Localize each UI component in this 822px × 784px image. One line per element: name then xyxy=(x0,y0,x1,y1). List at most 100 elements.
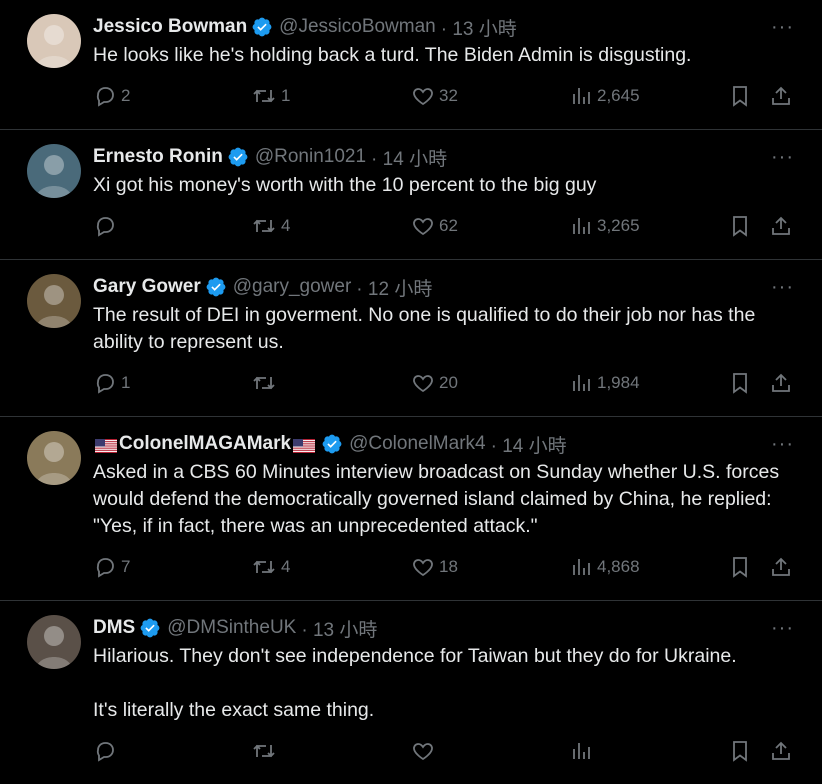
retweet-button[interactable] xyxy=(251,738,281,764)
user-handle[interactable]: @DMSintheUK xyxy=(167,617,296,639)
reply-button[interactable]: 1 xyxy=(93,370,130,396)
bookmark-button[interactable] xyxy=(729,554,751,580)
share-button[interactable] xyxy=(769,83,793,109)
like-count: 20 xyxy=(439,373,458,392)
tweet-header: DMS @DMSintheUK · 13 小時 xyxy=(93,615,786,641)
retweet-icon xyxy=(253,744,275,758)
views-button[interactable] xyxy=(571,738,597,764)
reply-button[interactable] xyxy=(93,738,121,764)
tweet-text: The result of DEI in goverment. No one i… xyxy=(93,304,761,353)
reply-button[interactable]: 7 xyxy=(93,554,130,580)
share-icon xyxy=(772,557,790,576)
tweet-actions: 7 4 18 4,868 xyxy=(93,546,790,600)
more-options-button[interactable]: ··· xyxy=(771,431,794,457)
tweet[interactable]: ··· Ernesto Ronin @Ronin1021 · 14 小時 Xi … xyxy=(0,130,822,260)
user-handle[interactable]: @JessicoBowman xyxy=(279,16,436,38)
timestamp[interactable]: · 12 小時 xyxy=(356,274,432,301)
like-button[interactable] xyxy=(411,738,439,764)
retweet-button[interactable]: 4 xyxy=(251,213,290,239)
retweet-icon xyxy=(253,376,275,390)
tweet-text: Hilarious. They don't see independence f… xyxy=(93,645,737,721)
retweet-count: 4 xyxy=(281,557,291,576)
share-icon xyxy=(772,86,790,105)
tweet-header: ColonelMAGAMark @ColonelMark4 · 14 小時 xyxy=(93,431,786,457)
avatar[interactable] xyxy=(27,144,81,198)
retweet-icon xyxy=(253,89,275,103)
tweet[interactable]: ··· ColonelMAGAMark @ColonelMark4 · 14 小… xyxy=(0,417,822,601)
bookmark-icon xyxy=(733,373,747,394)
retweet-icon xyxy=(253,219,275,233)
views-button[interactable]: 4,868 xyxy=(571,554,640,580)
views-button[interactable]: 2,645 xyxy=(571,83,640,109)
like-button[interactable]: 62 xyxy=(411,213,458,239)
share-button[interactable] xyxy=(769,554,793,580)
reply-count: 1 xyxy=(121,373,131,392)
more-options-button[interactable]: ··· xyxy=(771,14,794,40)
reply-icon xyxy=(96,87,114,107)
display-name[interactable]: Ernesto Ronin xyxy=(93,146,223,168)
display-name[interactable]: Jessico Bowman xyxy=(93,16,247,38)
bookmark-icon xyxy=(733,216,747,237)
bookmark-button[interactable] xyxy=(729,83,751,109)
tweet[interactable]: ··· Gary Gower @gary_gower · 12 小時 The r… xyxy=(0,260,822,417)
like-button[interactable]: 18 xyxy=(411,554,458,580)
avatar[interactable] xyxy=(27,431,81,485)
views-count: 3,265 xyxy=(597,216,640,235)
tweet-text: Xi got his money's worth with the 10 per… xyxy=(93,174,597,196)
retweet-button[interactable]: 1 xyxy=(251,83,290,109)
share-button[interactable] xyxy=(769,738,793,764)
tweet[interactable]: ··· Jessico Bowman @JessicoBowman · 13 小… xyxy=(0,0,822,130)
views-icon xyxy=(573,218,590,234)
more-options-button[interactable]: ··· xyxy=(771,615,794,641)
reply-icon xyxy=(96,374,114,394)
more-options-button[interactable]: ··· xyxy=(771,144,794,170)
timestamp[interactable]: · 14 小時 xyxy=(371,144,447,171)
share-icon xyxy=(772,741,790,760)
avatar[interactable] xyxy=(27,274,81,328)
like-button[interactable]: 32 xyxy=(411,83,458,109)
us-flag-icon xyxy=(95,437,117,453)
more-options-button[interactable]: ··· xyxy=(771,274,794,300)
views-icon xyxy=(573,375,590,391)
user-handle[interactable]: @gary_gower xyxy=(233,276,352,298)
views-icon xyxy=(573,559,590,575)
retweet-count: 4 xyxy=(281,216,291,235)
retweet-button[interactable]: 4 xyxy=(251,554,290,580)
timestamp[interactable]: · 13 小時 xyxy=(441,14,517,41)
avatar[interactable] xyxy=(27,615,81,669)
retweet-icon xyxy=(253,560,275,574)
timestamp[interactable]: · 14 小時 xyxy=(491,431,567,458)
display-name[interactable]: Gary Gower xyxy=(93,276,201,298)
retweet-count: 1 xyxy=(281,86,291,105)
views-button[interactable]: 1,984 xyxy=(571,370,640,396)
share-button[interactable] xyxy=(769,213,793,239)
retweet-button[interactable] xyxy=(251,370,281,396)
heart-icon xyxy=(413,88,433,106)
bookmark-icon xyxy=(733,557,747,578)
user-handle[interactable]: @ColonelMark4 xyxy=(349,433,486,455)
views-icon xyxy=(573,743,590,759)
tweet-header: Ernesto Ronin @Ronin1021 · 14 小時 xyxy=(93,144,786,170)
share-icon xyxy=(772,216,790,235)
avatar[interactable] xyxy=(27,14,81,68)
bookmark-icon xyxy=(733,86,747,107)
tweet-header: Jessico Bowman @JessicoBowman · 13 小時 xyxy=(93,14,786,40)
bookmark-button[interactable] xyxy=(729,370,751,396)
user-handle[interactable]: @Ronin1021 xyxy=(255,146,366,168)
reply-button[interactable] xyxy=(93,213,121,239)
bookmark-button[interactable] xyxy=(729,738,751,764)
heart-icon xyxy=(413,559,433,577)
tweet-actions: 4 62 3,265 xyxy=(93,205,790,259)
tweet-header: Gary Gower @gary_gower · 12 小時 xyxy=(93,274,786,300)
bookmark-button[interactable] xyxy=(729,213,751,239)
tweet-actions xyxy=(93,730,790,784)
display-name[interactable]: DMS xyxy=(93,617,135,639)
views-button[interactable]: 3,265 xyxy=(571,213,640,239)
like-button[interactable]: 20 xyxy=(411,370,458,396)
share-button[interactable] xyxy=(769,370,793,396)
display-name[interactable]: ColonelMAGAMark xyxy=(119,433,291,455)
verified-badge-icon xyxy=(251,16,273,38)
reply-button[interactable]: 2 xyxy=(93,83,130,109)
reply-icon xyxy=(96,217,114,237)
timestamp[interactable]: · 13 小時 xyxy=(301,615,377,642)
